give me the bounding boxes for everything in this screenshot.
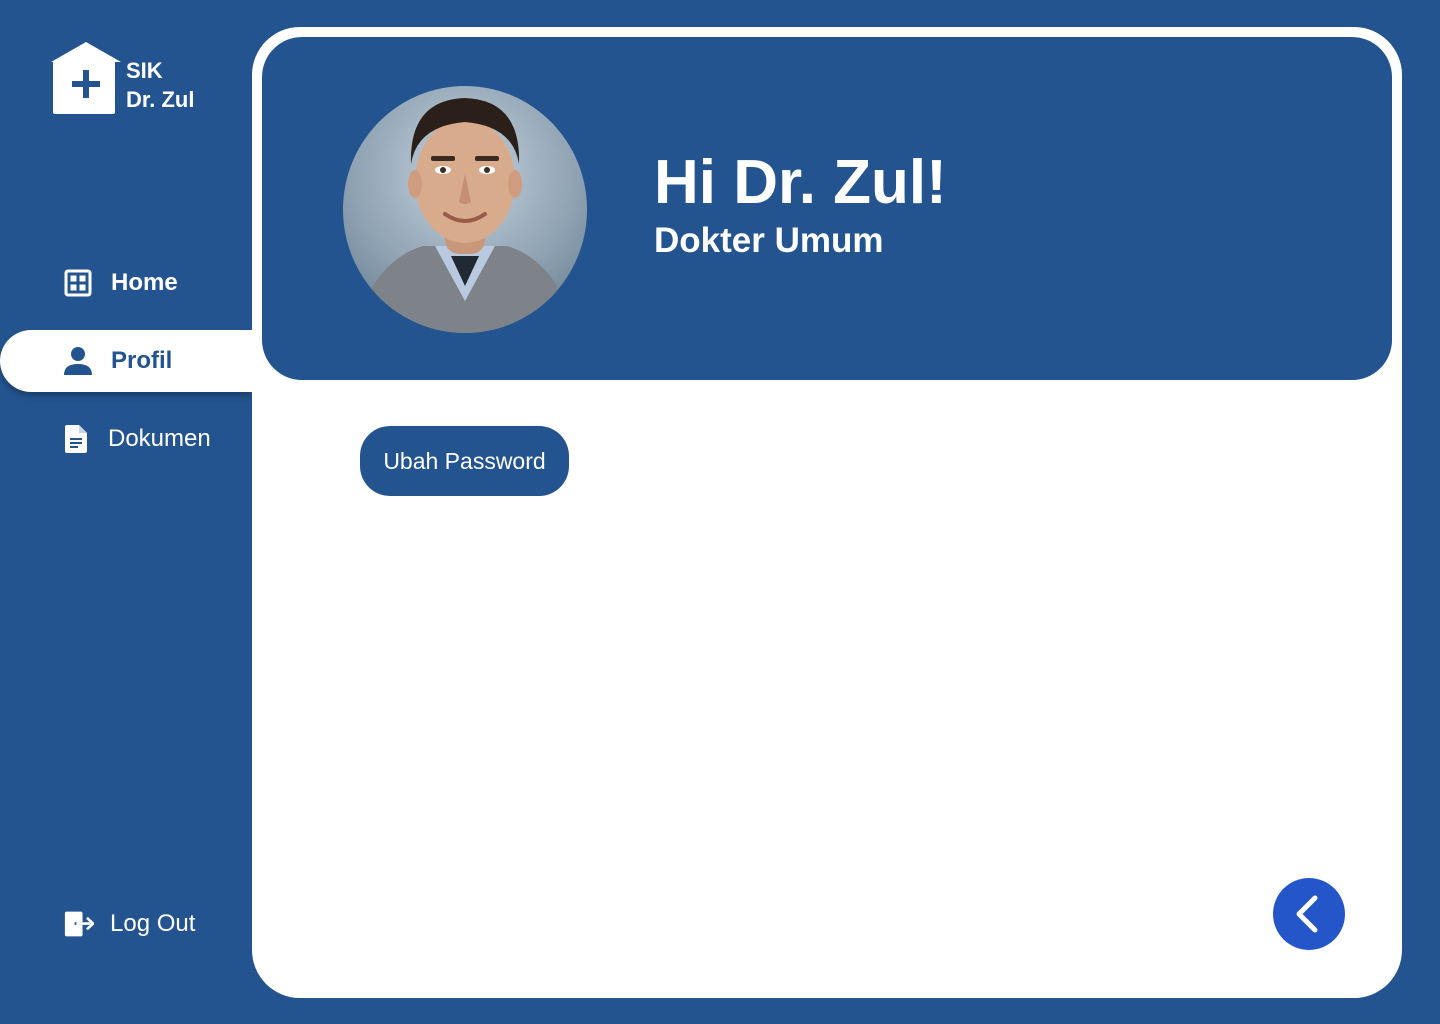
grid-icon [63,268,93,298]
logout-button[interactable]: Log Out [0,893,252,955]
sidebar-item-label: Dokumen [108,425,211,452]
brand-line-1: SIK [126,58,163,83]
back-button[interactable] [1273,878,1345,950]
sidebar-item-label: Profil [111,347,173,374]
app-logo: SIK Dr. Zul [49,40,194,116]
sidebar-item-dokumen[interactable]: Dokumen [0,408,252,470]
sidebar-item-profil[interactable]: Profil [0,330,252,392]
role-subtitle: Dokter Umum [654,221,884,260]
user-icon [63,346,93,376]
brand-name: SIK Dr. Zul [126,56,194,114]
main-panel: Hi Dr. Zul! Dokter Umum Ubah Password [252,27,1402,998]
sidebar-item-label: Home [111,269,178,296]
document-icon [61,424,91,454]
avatar [343,86,587,333]
clinic-house-icon [51,42,121,114]
chevron-left-icon [1296,895,1318,933]
logout-icon [64,909,94,939]
sidebar-item-home[interactable]: Home [0,252,252,314]
logout-label: Log Out [110,910,196,937]
page-title: Hi Dr. Zul! [654,148,947,217]
change-password-button[interactable]: Ubah Password [360,426,569,496]
profile-header: Hi Dr. Zul! Dokter Umum [262,37,1392,380]
avatar-photo [353,98,577,333]
brand-line-2: Dr. Zul [126,87,195,112]
